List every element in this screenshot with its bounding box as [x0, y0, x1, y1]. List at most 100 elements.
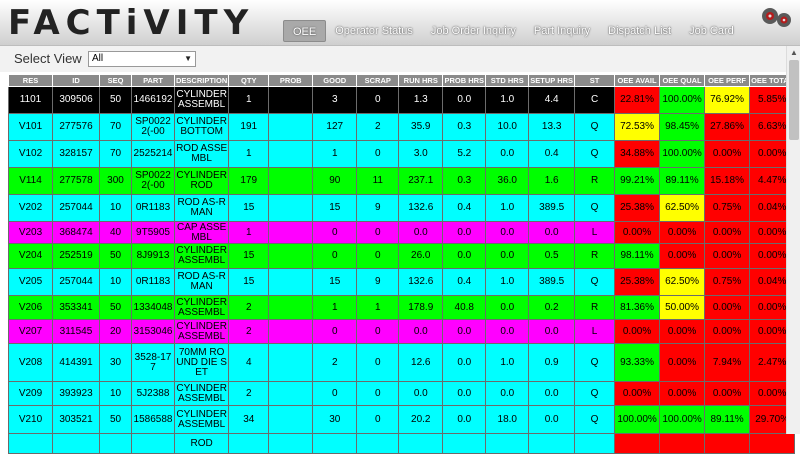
nav-tab-dispatch-list[interactable]: Dispatch List [599, 20, 680, 42]
column-header-oee-qual[interactable]: OEE QUAL [659, 74, 706, 87]
column-header-part[interactable]: PART [131, 74, 175, 87]
nav-tab-part-inquiry[interactable]: Part Inquiry [525, 20, 599, 42]
cell-description: ROD [173, 433, 230, 454]
cell-std-hrs: 0.0 [485, 295, 530, 320]
table-row[interactable]: 1101 309506 50 1466192 CYLINDER ASSEMBL 1 3 0 1.… [8, 86, 796, 114]
column-header-setup-hrs[interactable]: SETUP HRS [528, 74, 576, 87]
app-header: FACTiVITY OEE Operator Status Job Order In… [0, 0, 800, 46]
table-row[interactable]: V205 257044 10 0R1183 ROD AS-RMAN 15 15 9 132.6 0… [8, 268, 796, 296]
cell-part: 9T5905 [131, 221, 175, 244]
cell-prob-hrs: 0.4 [442, 194, 487, 222]
table-row[interactable]: V204 252519 50 8J9913 CYLINDER ASSEMBL 15 0 0 26… [8, 243, 796, 269]
column-header-run-hrs[interactable]: RUN HRS [398, 74, 444, 87]
cell-prob [268, 113, 314, 141]
view-select[interactable]: All ▼ [88, 51, 196, 67]
cell-good: 1 [312, 295, 358, 320]
cell-seq [99, 433, 132, 454]
table-row[interactable]: V209 393923 10 5J2388 CYLINDER ASSEMBL 2 0 0 0.0… [8, 381, 796, 406]
cell-good [312, 433, 358, 454]
vertical-scrollbar[interactable]: ▲ [786, 46, 800, 434]
factivity-logo: FACTiVITY [8, 3, 255, 43]
cell-scrap: 1 [356, 295, 400, 320]
cell-description: CYLINDER ASSEMBL [173, 295, 230, 320]
column-header-qty[interactable]: QTY [228, 74, 270, 87]
column-header-res[interactable]: RES [8, 74, 53, 87]
cell-st [574, 433, 616, 454]
table-row[interactable]: V102 328157 70 2525214 ROD ASSEMBL 1 1 0 3.0 5.2 0… [8, 140, 796, 168]
cell-res: 1101 [8, 86, 53, 114]
cell-part: 0R1183 [131, 268, 175, 296]
cell-std-hrs: 1.0 [485, 343, 530, 382]
cell-prob [268, 433, 314, 454]
cell-description: ROD AS-RMAN [173, 194, 230, 222]
cell-oee-avail: 0.00% [614, 381, 661, 406]
cell-good: 0 [312, 381, 358, 406]
cell-scrap: 0 [356, 243, 400, 269]
cell-id: 393923 [52, 381, 100, 406]
cell-setup-hrs: 0.0 [528, 319, 576, 344]
cell-scrap: 9 [356, 194, 400, 222]
view-toolbar: Select View All ▼ [0, 46, 786, 72]
cell-prob [268, 381, 314, 406]
nav-tab-oee[interactable]: OEE [283, 20, 327, 42]
column-header-std-hrs[interactable]: STD HRS [485, 74, 530, 87]
column-header-st[interactable]: ST [574, 74, 616, 87]
table-row[interactable]: V207 311545 20 3153046 CYLINDER ASSEMBL 2 0 0 0.… [8, 319, 796, 344]
cell-scrap: 11 [356, 167, 400, 195]
cell-good: 1 [312, 140, 358, 168]
cell-prob-hrs: 0.3 [442, 167, 487, 195]
cell-qty: 2 [228, 295, 270, 320]
table-row[interactable]: V210 303521 50 1586588 CYLINDER ASSEMBL 34 30 0… [8, 405, 796, 434]
cell-setup-hrs: 0.0 [528, 405, 576, 434]
cell-prob-hrs: 5.2 [442, 140, 487, 168]
cell-run-hrs: 1.3 [398, 86, 444, 114]
cell-res: V204 [8, 243, 53, 269]
cell-oee-qual: 50.00% [659, 295, 706, 320]
cell-oee-perf: 15.18% [704, 167, 751, 195]
column-header-oee-avail[interactable]: OEE AVAIL [614, 74, 661, 87]
cell-scrap: 0 [356, 319, 400, 344]
column-header-description[interactable]: DESCRIPTION [173, 74, 230, 87]
cell-oee-avail: 0.00% [614, 319, 661, 344]
cell-std-hrs: 0.0 [485, 221, 530, 244]
main-nav: OEE Operator Status Job Order Inquiry Part … [283, 20, 743, 42]
cell-qty: 1 [228, 221, 270, 244]
cell-run-hrs: 12.6 [398, 343, 444, 382]
cell-seq: 50 [99, 86, 132, 114]
cell-oee-perf: 0.00% [704, 381, 751, 406]
nav-tab-operator-status[interactable]: Operator Status [326, 20, 422, 42]
cell-oee-qual: 89.11% [659, 167, 706, 195]
table-row[interactable]: ROD [8, 433, 796, 454]
scroll-up-icon[interactable]: ▲ [789, 48, 799, 58]
column-header-good[interactable]: GOOD [312, 74, 358, 87]
column-header-oee-perf[interactable]: OEE PERF [704, 74, 751, 87]
cell-id: 368474 [52, 221, 100, 244]
scroll-thumb[interactable] [789, 60, 799, 140]
cell-description: CYLINDER ASSEMBL [173, 405, 230, 434]
table-row[interactable]: V206 353341 50 1334048 CYLINDER ASSEMBL 2 1 1 17… [8, 295, 796, 320]
column-header-id[interactable]: ID [52, 74, 100, 87]
cell-oee-perf: 0.00% [704, 243, 751, 269]
table-row[interactable]: V208 414391 30 3528-177 70MM ROUND DIE SET 4 2… [8, 343, 796, 382]
cell-run-hrs [398, 433, 444, 454]
nav-tab-job-order-inquiry[interactable]: Job Order Inquiry [422, 20, 525, 42]
table-row[interactable]: V114 277578 300 SP00222(-00 CYLINDER ROD 179 9… [8, 167, 796, 195]
cell-id [52, 433, 100, 454]
cell-prob [268, 194, 314, 222]
cell-qty: 15 [228, 243, 270, 269]
cell-oee-total [749, 433, 796, 454]
column-header-prob[interactable]: PROB [268, 74, 314, 87]
table-row[interactable]: V101 277576 70 SP00222(-00 CYLINDER BOTTOM 19… [8, 113, 796, 141]
column-header-seq[interactable]: SEQ [99, 74, 132, 87]
cell-setup-hrs: 0.2 [528, 295, 576, 320]
column-header-prob-hrs[interactable]: PROB HRS [442, 74, 487, 87]
gears-icon [762, 8, 791, 27]
cell-setup-hrs: 0.4 [528, 140, 576, 168]
nav-tab-job-card[interactable]: Job Card [680, 20, 743, 42]
table-row[interactable]: V202 257044 10 0R1183 ROD AS-RMAN 15 15 9 132.6 0… [8, 194, 796, 222]
table-row[interactable]: V203 368474 40 9T5905 CAP ASSEMBL 1 0 0 0.0 0.0 0.… [8, 221, 796, 244]
cell-st: C [574, 86, 616, 114]
column-header-scrap[interactable]: SCRAP [356, 74, 400, 87]
cell-seq: 10 [99, 381, 132, 406]
cell-setup-hrs [528, 433, 576, 454]
